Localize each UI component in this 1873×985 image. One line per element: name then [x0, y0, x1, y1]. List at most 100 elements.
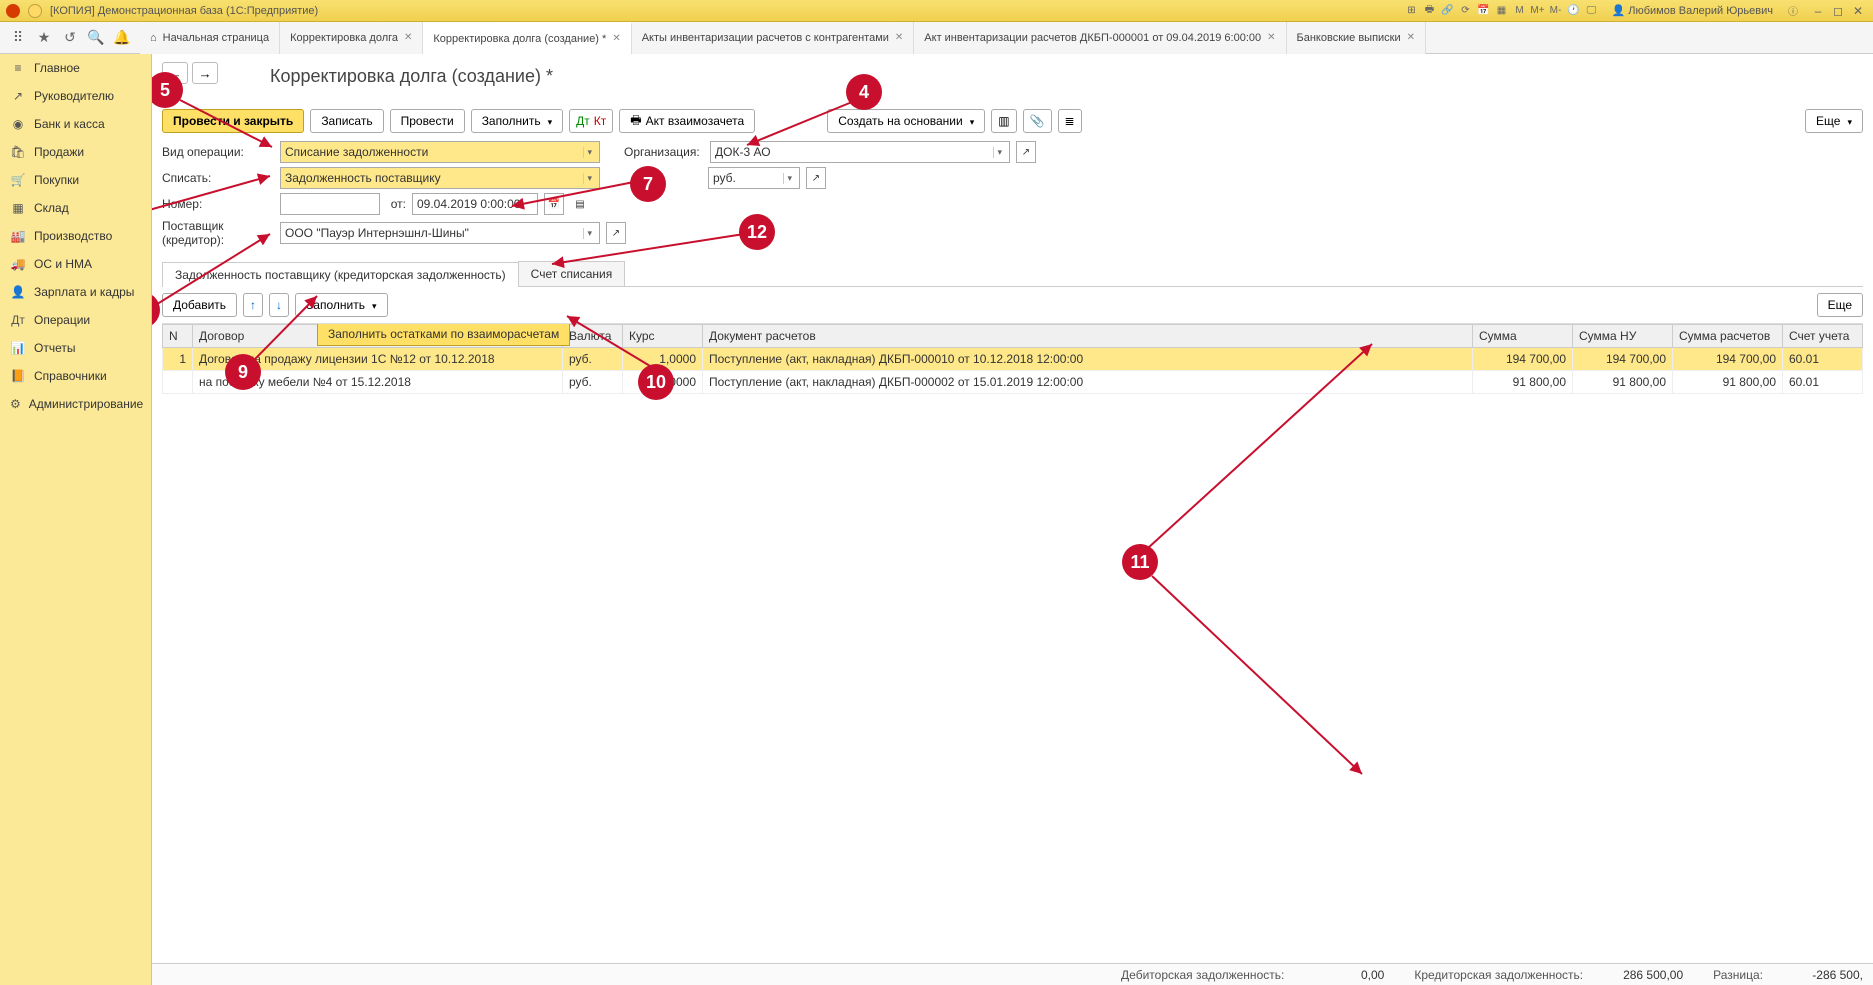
doc-icon[interactable]: ▤ [570, 193, 590, 215]
writeoff-select[interactable]: Задолженность поставщику▾ [280, 167, 600, 189]
number-input[interactable] [280, 193, 380, 215]
org-label: Организация: [624, 145, 704, 159]
sidebar-item-operations[interactable]: ДтОперации [0, 306, 151, 334]
list-button[interactable]: ≣ [1058, 109, 1082, 133]
col-account[interactable]: Счет учета [1783, 325, 1863, 348]
col-settlement-doc[interactable]: Документ расчетов [703, 325, 1473, 348]
post-close-button[interactable]: Провести и закрыть [162, 109, 304, 133]
act-button[interactable]: 🖶 Акт взаимозачета [619, 109, 755, 133]
refresh-icon[interactable]: ⟳ [1457, 3, 1473, 19]
related-button[interactable]: ▥ [991, 109, 1016, 133]
sidebar-item-bank[interactable]: ◉Банк и касса [0, 110, 151, 138]
add-row-button[interactable]: Добавить [162, 293, 237, 317]
post-button[interactable]: Провести [390, 109, 465, 133]
date-input[interactable]: 09.04.2019 0:00:00 [412, 193, 538, 215]
mplus-label[interactable]: M+ [1529, 3, 1545, 19]
close-icon[interactable]: ✕ [1407, 32, 1415, 43]
currency-open-icon[interactable]: ↗ [806, 167, 826, 189]
callout-12: 12 [739, 214, 775, 250]
subtab-account[interactable]: Счет списания [518, 261, 626, 286]
org-open-icon[interactable]: ↗ [1016, 141, 1036, 163]
table-fill-button[interactable]: Заполнить [295, 293, 387, 317]
close-icon[interactable]: ✕ [612, 33, 620, 44]
table-row[interactable]: на поставку мебели №4 от 15.12.2018 руб.… [163, 371, 1863, 394]
sidebar-item-main[interactable]: ≡Главное [0, 54, 151, 82]
user-label[interactable]: 👤 Любимов Валерий Юрьевич [1607, 4, 1777, 17]
currency-select[interactable]: руб.▾ [708, 167, 800, 189]
calendar-icon[interactable]: 📅 [1475, 3, 1491, 19]
sidebar-item-admin[interactable]: ⚙Администрирование [0, 390, 151, 418]
calendar-icon[interactable]: 📅 [544, 193, 564, 215]
tab-inventory-act-doc[interactable]: Акт инвентаризации расчетов ДКБП-000001 … [914, 22, 1286, 54]
sidebar-item-warehouse[interactable]: ▦Склад [0, 194, 151, 222]
close-icon[interactable]: ✕ [895, 32, 903, 43]
subtab-debt[interactable]: Задолженность поставщику (кредиторская з… [162, 262, 519, 287]
clock-icon[interactable]: 🕐 [1565, 3, 1581, 19]
fill-button[interactable]: Заполнить [471, 109, 563, 133]
sidebar-item-catalogs[interactable]: 📙Справочники [0, 362, 151, 390]
mminus-label[interactable]: M- [1547, 3, 1563, 19]
grid-icon[interactable]: ▦ [1493, 3, 1509, 19]
move-down-button[interactable]: ↓ [269, 293, 289, 317]
m-label[interactable]: M [1511, 3, 1527, 19]
sidebar-item-manager[interactable]: ↗Руководителю [0, 82, 151, 110]
print-icon[interactable]: 🖶 [1421, 3, 1437, 19]
callout-4: 4 [846, 74, 882, 110]
maximize-icon[interactable]: ◻ [1829, 4, 1847, 18]
dropdown-icon[interactable] [28, 4, 42, 18]
move-up-button[interactable]: ↑ [243, 293, 263, 317]
op-type-select[interactable]: Списание задолженности▾ [280, 141, 600, 163]
tab-debt-adjust-create[interactable]: Корректировка долга (создание) *✕ [423, 22, 631, 54]
fill-dropdown-item[interactable]: Заполнить остатками по взаиморасчетам [317, 323, 570, 346]
dtct-button[interactable]: ДтКт [569, 109, 613, 133]
minimize-icon[interactable]: – [1809, 4, 1827, 18]
truck-icon: 🚚 [10, 257, 26, 271]
sidebar-item-sales[interactable]: 🛍Продажи [0, 138, 151, 166]
table-row[interactable]: 1 Договор на продажу лицензии 1С №12 от … [163, 348, 1863, 371]
save-button[interactable]: Записать [310, 109, 383, 133]
attach-button[interactable]: 📎 [1023, 109, 1052, 133]
close-icon[interactable]: ✕ [1267, 32, 1275, 43]
bell-icon[interactable]: 🔔 [112, 29, 132, 46]
supplier-open-icon[interactable]: ↗ [606, 222, 626, 244]
tab-bank-statements[interactable]: Банковские выписки✕ [1287, 22, 1427, 54]
tab-inventory-acts[interactable]: Акты инвентаризации расчетов с контраген… [632, 22, 915, 54]
table-more-button[interactable]: Еще [1817, 293, 1863, 317]
page-title: Корректировка долга (создание) * [270, 66, 1863, 87]
history-icon[interactable]: ↺ [60, 29, 80, 46]
col-currency[interactable]: Валюта [563, 325, 623, 348]
sidebar-item-production[interactable]: 🏭Производство [0, 222, 151, 250]
close-icon[interactable]: ✕ [1849, 4, 1867, 18]
diff-value: -286 500, [1793, 968, 1863, 982]
apps-icon[interactable]: ⠿ [8, 29, 28, 46]
calc-icon[interactable]: ⊞ [1403, 3, 1419, 19]
tab-debt-adjust[interactable]: Корректировка долга✕ [280, 22, 423, 54]
callout-10: 10 [638, 364, 674, 400]
sidebar-item-label: Склад [34, 201, 69, 215]
org-select[interactable]: ДОК-3 АО▾ [710, 141, 1010, 163]
search-icon[interactable]: 🔍 [86, 29, 106, 46]
sidebar-item-reports[interactable]: 📊Отчеты [0, 334, 151, 362]
sidebar-item-assets[interactable]: 🚚ОС и НМА [0, 250, 151, 278]
screen-icon[interactable]: 🖵 [1583, 3, 1599, 19]
sidebar-item-label: Продажи [34, 145, 84, 159]
tab-home[interactable]: ⌂Начальная страница [140, 22, 280, 54]
sidebar-item-payroll[interactable]: 👤Зарплата и кадры [0, 278, 151, 306]
nav-fwd-button[interactable]: → [192, 62, 218, 84]
home-icon: ⌂ [150, 32, 157, 44]
chart-icon: ↗ [10, 89, 26, 103]
more-button[interactable]: Еще [1805, 109, 1863, 133]
info-icon[interactable]: ⓘ [1785, 3, 1801, 19]
star-icon[interactable]: ★ [34, 29, 54, 46]
col-n[interactable]: N [163, 325, 193, 348]
col-sum-calc[interactable]: Сумма расчетов [1673, 325, 1783, 348]
sidebar-item-purchases[interactable]: 🛒Покупки [0, 166, 151, 194]
col-rate[interactable]: Курс [623, 325, 703, 348]
book-icon: 📙 [10, 369, 26, 383]
close-icon[interactable]: ✕ [404, 32, 412, 43]
link-icon[interactable]: 🔗 [1439, 3, 1455, 19]
create-based-button[interactable]: Создать на основании [827, 109, 985, 133]
col-sum[interactable]: Сумма [1473, 325, 1573, 348]
col-sum-nu[interactable]: Сумма НУ [1573, 325, 1673, 348]
supplier-select[interactable]: ООО "Пауэр Интернэшнл-Шины"▾ [280, 222, 600, 244]
